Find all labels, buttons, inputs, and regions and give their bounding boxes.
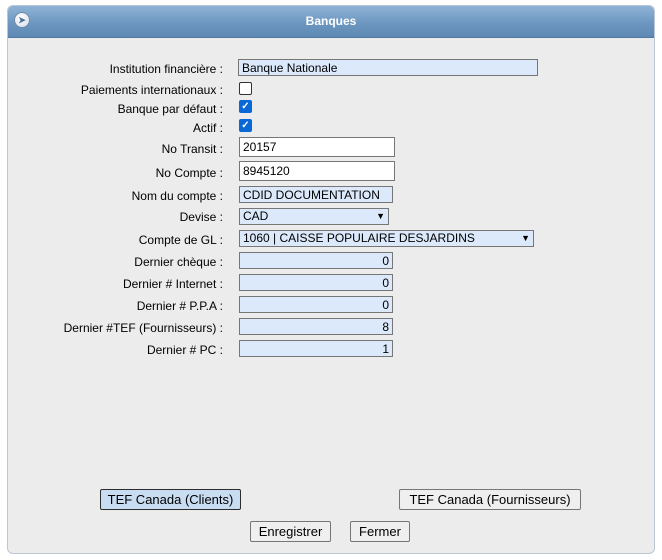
nom-compte-label: Nom du compte : <box>131 189 223 203</box>
banque-defaut-checkbox[interactable]: ✓ <box>239 100 252 113</box>
compte-gl-label: Compte de GL : <box>138 233 223 247</box>
no-transit-label: No Transit : <box>161 142 223 156</box>
dernier-ppa-input[interactable] <box>239 296 393 313</box>
banques-dialog: ➤ Banques Institution financière : Paiem… <box>7 5 655 554</box>
dernier-cheque-label: Dernier chèque : <box>134 255 223 269</box>
institution-label: Institution financière : <box>109 62 223 76</box>
compte-gl-select[interactable]: 1060 | CAISSE POPULAIRE DESJARDINS ▼ <box>239 230 534 247</box>
dernier-internet-label: Dernier # Internet : <box>122 277 223 291</box>
actif-label: Actif : <box>192 121 223 135</box>
dernier-pc-input[interactable] <box>239 340 393 357</box>
institution-input[interactable] <box>238 59 538 76</box>
enregistrer-button[interactable]: Enregistrer <box>250 521 331 542</box>
dernier-ppa-label: Dernier # P.P.A : <box>136 299 223 313</box>
chevron-down-icon: ▼ <box>376 211 385 221</box>
compte-gl-value: 1060 | CAISSE POPULAIRE DESJARDINS <box>243 231 475 245</box>
banque-defaut-label: Banque par défaut : <box>117 102 223 116</box>
title-bar: ➤ Banques <box>8 6 654 38</box>
fermer-button[interactable]: Fermer <box>350 521 410 542</box>
dernier-internet-input[interactable] <box>239 274 393 291</box>
window-title: Banques <box>305 14 357 28</box>
tef-clients-button[interactable]: TEF Canada (Clients) <box>100 489 241 510</box>
tef-fournisseurs-button[interactable]: TEF Canada (Fournisseurs) <box>399 489 581 510</box>
paiements-label: Paiements internationaux : <box>80 83 223 97</box>
no-transit-input[interactable] <box>239 137 395 157</box>
actif-checkbox[interactable]: ✓ <box>239 119 252 132</box>
devise-select[interactable]: CAD ▼ <box>239 208 389 225</box>
dernier-tef-input[interactable] <box>239 318 393 335</box>
no-compte-input[interactable] <box>239 161 395 181</box>
nom-compte-input[interactable] <box>239 186 393 203</box>
chevron-down-icon: ▼ <box>521 233 530 243</box>
devise-value: CAD <box>243 209 269 223</box>
paiements-checkbox[interactable] <box>239 82 252 95</box>
dernier-pc-label: Dernier # PC : <box>146 343 223 357</box>
dernier-tef-label: Dernier #TEF (Fournisseurs) : <box>63 321 223 335</box>
dernier-cheque-input[interactable] <box>239 252 393 269</box>
no-compte-label: No Compte : <box>155 166 223 180</box>
devise-label: Devise : <box>179 210 223 224</box>
